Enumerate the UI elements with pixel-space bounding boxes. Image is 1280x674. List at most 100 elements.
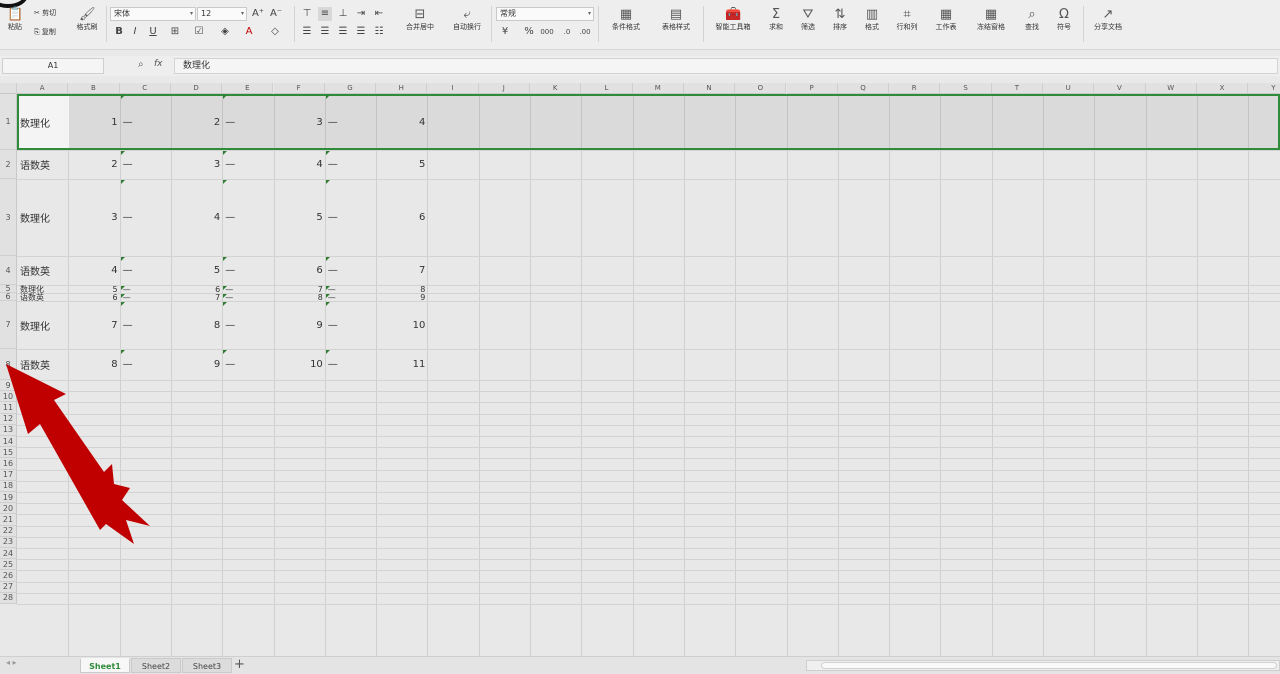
- align-left-icon[interactable]: ☰: [300, 25, 314, 39]
- tab-sheet2[interactable]: Sheet2: [131, 658, 181, 673]
- align-bottom-icon[interactable]: ⊥: [336, 7, 350, 21]
- borders-icon[interactable]: ⊞: [168, 25, 182, 39]
- worksheet-button[interactable]: ▦ 工作表: [929, 8, 963, 32]
- conditional-format-button[interactable]: ▦ 条件格式: [604, 8, 648, 32]
- freeze-panes-button[interactable]: ▦ 冻结窗格: [969, 8, 1013, 32]
- row-header-26[interactable]: 26: [0, 570, 17, 582]
- cell-dash[interactable]: —: [120, 94, 134, 150]
- smart-toolbox-button[interactable]: 🧰 智能工具箱: [710, 8, 756, 32]
- clear-icon[interactable]: ◇: [268, 25, 282, 39]
- row-header-25[interactable]: 25: [0, 559, 17, 571]
- cell-dash[interactable]: —: [120, 179, 134, 256]
- column-header-m[interactable]: M: [632, 83, 684, 94]
- indent-icon[interactable]: ⇥: [354, 7, 368, 21]
- font-color-icon[interactable]: A: [242, 25, 256, 39]
- row-header-3[interactable]: 3: [0, 179, 17, 256]
- align-right-icon[interactable]: ☰: [336, 25, 350, 39]
- cell-a7[interactable]: 数理化: [17, 301, 68, 349]
- cell-d3[interactable]: 4: [171, 179, 222, 256]
- cell-h4[interactable]: 7: [376, 256, 427, 285]
- column-header-c[interactable]: C: [119, 83, 171, 94]
- cell-h8[interactable]: 11: [376, 349, 427, 380]
- cell-b2[interactable]: 2: [68, 150, 119, 179]
- column-header-w[interactable]: W: [1145, 83, 1197, 94]
- cell-h2[interactable]: 5: [376, 150, 427, 179]
- increase-font-icon[interactable]: A⁺: [251, 7, 265, 21]
- cell-dash[interactable]: —: [325, 94, 339, 150]
- cell-d2[interactable]: 3: [171, 150, 222, 179]
- underline-button[interactable]: U: [146, 25, 160, 39]
- column-header-r[interactable]: R: [889, 83, 941, 94]
- row-header-2[interactable]: 2: [0, 150, 17, 179]
- cell-b6[interactable]: 6: [68, 293, 119, 301]
- cell-dash[interactable]: —: [325, 179, 339, 256]
- cell-dash[interactable]: —: [325, 301, 339, 349]
- italic-button[interactable]: I: [128, 25, 142, 39]
- number-format-select[interactable]: 常规 ▾: [496, 7, 594, 21]
- fill-color-icon[interactable]: ◈: [218, 25, 232, 39]
- cell-b3[interactable]: 3: [68, 179, 119, 256]
- cell-f2[interactable]: 4: [274, 150, 325, 179]
- column-header-a[interactable]: A: [17, 83, 69, 94]
- format-painter-button[interactable]: 🖌 格式刷: [72, 8, 102, 32]
- cell-h7[interactable]: 10: [376, 301, 427, 349]
- cell-h6[interactable]: 9: [376, 293, 427, 301]
- column-header-f[interactable]: F: [273, 83, 325, 94]
- cell-dash[interactable]: —: [222, 94, 236, 150]
- tab-sheet1[interactable]: Sheet1: [80, 658, 130, 673]
- cell-d4[interactable]: 5: [171, 256, 222, 285]
- scrollbar-thumb[interactable]: [821, 662, 1277, 669]
- cell-d6[interactable]: 7: [171, 293, 222, 301]
- row-header-7[interactable]: 7: [0, 301, 17, 349]
- cell-a4[interactable]: 语数英: [17, 256, 68, 285]
- add-sheet-button[interactable]: +: [234, 657, 245, 673]
- cell-b1[interactable]: 1: [68, 94, 119, 150]
- cell-h5[interactable]: 8: [376, 285, 427, 293]
- find-button[interactable]: ⌕ 查找: [1018, 8, 1046, 32]
- align-center-icon[interactable]: ☰: [318, 25, 332, 39]
- decrease-decimal-icon[interactable]: .00: [578, 25, 592, 39]
- column-header-l[interactable]: L: [581, 83, 633, 94]
- cell-f8[interactable]: 10: [274, 349, 325, 380]
- zoom-icon[interactable]: ⌕: [138, 59, 144, 70]
- column-header-b[interactable]: B: [68, 83, 120, 94]
- column-header-k[interactable]: K: [530, 83, 582, 94]
- outdent-icon[interactable]: ⇤: [372, 7, 386, 21]
- cell-f6[interactable]: 8: [274, 293, 325, 301]
- cell-dash[interactable]: —: [120, 301, 134, 349]
- column-header-h[interactable]: H: [376, 83, 428, 94]
- paste-button[interactable]: 📋 粘贴: [2, 8, 28, 32]
- sheet-grid[interactable]: ABCDEFGHIJKLMNOPQRSTUVWXY 1 2 3 4 5 6 7 8 9 10 11 1…: [0, 83, 1280, 656]
- column-header-n[interactable]: N: [683, 83, 736, 94]
- horizontal-scrollbar[interactable]: [806, 660, 1280, 671]
- cell-a1[interactable]: 数理化: [17, 94, 68, 150]
- distribute-icon[interactable]: ☷: [372, 25, 386, 39]
- cut-button[interactable]: ✂ 剪切: [34, 8, 56, 18]
- percent-button[interactable]: %: [522, 25, 536, 39]
- cell-h3[interactable]: 6: [376, 179, 427, 256]
- row-header-27[interactable]: 27: [0, 581, 17, 593]
- row-header-4[interactable]: 4: [0, 256, 17, 285]
- currency-icon[interactable]: ¥: [498, 25, 512, 39]
- row-header-6[interactable]: 6: [0, 292, 17, 301]
- thousands-icon[interactable]: 000: [540, 25, 554, 39]
- filter-button[interactable]: ⛛ 筛选: [795, 8, 821, 32]
- row-header-28[interactable]: 28: [0, 592, 17, 604]
- font-name-select[interactable]: 宋体 ▾: [110, 7, 196, 21]
- column-header-s[interactable]: S: [940, 83, 992, 94]
- align-top-icon[interactable]: ⊤: [300, 7, 314, 21]
- cell-f4[interactable]: 6: [274, 256, 325, 285]
- justify-icon[interactable]: ☰: [354, 25, 368, 39]
- column-header-o[interactable]: O: [735, 83, 787, 94]
- format-button[interactable]: ▥ 格式: [859, 8, 885, 32]
- cell-f1[interactable]: 3: [274, 94, 325, 150]
- cell-a6[interactable]: 语数英: [17, 293, 68, 301]
- cell-dash[interactable]: —: [222, 301, 236, 349]
- column-header-p[interactable]: P: [786, 83, 838, 94]
- column-header-d[interactable]: D: [170, 83, 223, 94]
- column-header-x[interactable]: X: [1196, 83, 1249, 94]
- cell-d7[interactable]: 8: [171, 301, 222, 349]
- align-middle-icon[interactable]: ≡: [318, 7, 332, 21]
- cell-b7[interactable]: 7: [68, 301, 119, 349]
- increase-decimal-icon[interactable]: .0: [560, 25, 574, 39]
